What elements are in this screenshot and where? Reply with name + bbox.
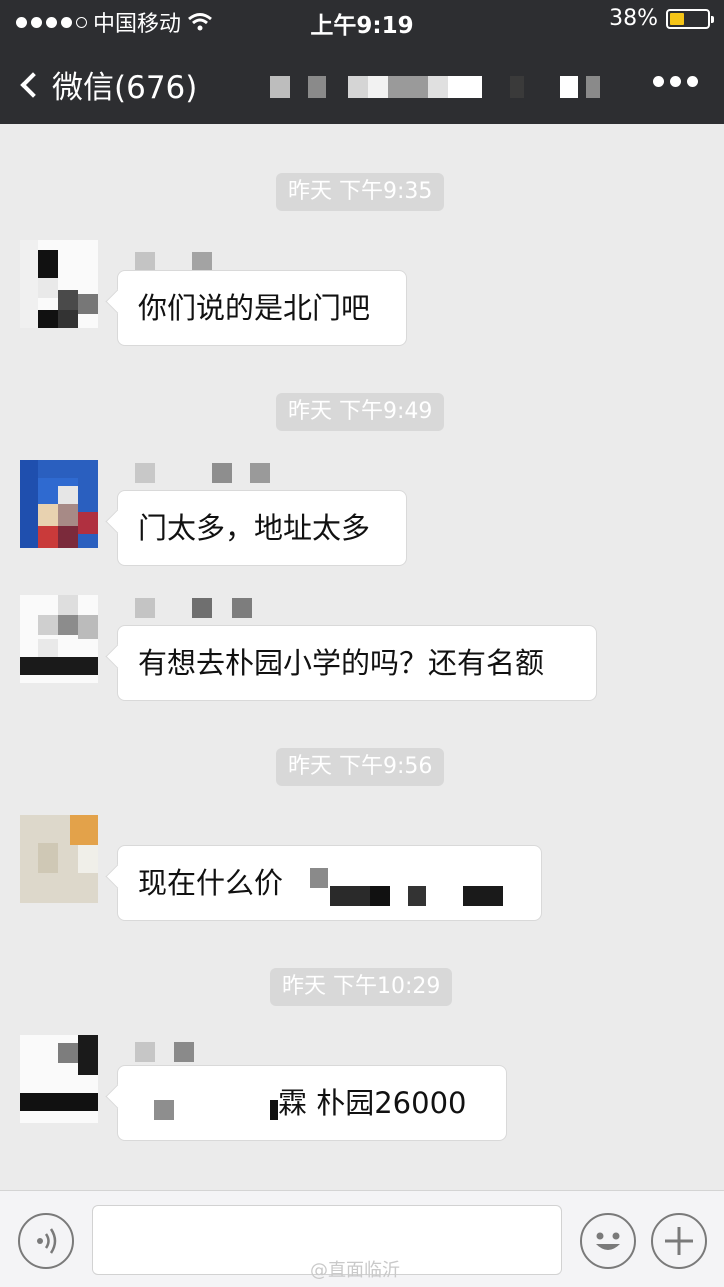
sender-name-redacted: [135, 463, 155, 483]
battery-icon: [666, 8, 714, 29]
status-right: 38%: [609, 6, 714, 31]
message-bubble[interactable]: 现在什么价: [117, 845, 542, 921]
sender-name-redacted: [135, 252, 155, 272]
emoji-button[interactable]: [580, 1213, 636, 1269]
battery-percent: 38%: [609, 6, 658, 31]
sender-name-redacted: [135, 598, 155, 618]
timestamp: 昨天 下午10:29: [270, 968, 453, 1006]
message-text: 有想去朴园小学的吗？还有名额: [138, 646, 545, 680]
message-bubble[interactable]: 你们说的是北门吧: [117, 270, 407, 346]
chat-title-redacted: [270, 76, 610, 98]
message-bubble[interactable]: 有想去朴园小学的吗？还有名额: [117, 625, 597, 701]
message-text: 霖 朴园26000: [278, 1086, 467, 1120]
message-text: 现在什么价: [138, 866, 284, 900]
sender-name-redacted: [232, 598, 252, 618]
avatar[interactable]: [20, 240, 98, 328]
back-button[interactable]: 微信(676): [18, 62, 197, 107]
sender-name-redacted: [135, 1042, 155, 1062]
message-bubble[interactable]: 门太多，地址太多: [117, 490, 407, 566]
message-text: 你们说的是北门吧: [138, 291, 371, 325]
avatar[interactable]: [20, 595, 98, 683]
sender-name-redacted: [192, 598, 212, 618]
voice-icon: [37, 1228, 57, 1254]
back-label: 微信(676): [52, 70, 198, 106]
add-button[interactable]: [651, 1213, 707, 1269]
message-bubble[interactable]: 霖 朴园26000: [117, 1065, 507, 1141]
nav-bar: 微信(676): [0, 46, 724, 118]
more-button[interactable]: [653, 76, 698, 87]
plus-icon: [665, 1227, 693, 1255]
chevron-left-icon: [20, 71, 46, 98]
watermark: @直面临沂: [310, 1260, 400, 1281]
avatar[interactable]: [20, 815, 98, 903]
timestamp: 昨天 下午9:56: [276, 748, 445, 786]
message-text: 门太多，地址太多: [138, 511, 371, 545]
avatar[interactable]: [20, 460, 98, 548]
sender-name-redacted: [174, 1042, 194, 1062]
avatar[interactable]: [20, 1035, 98, 1123]
voice-button[interactable]: [18, 1213, 74, 1269]
sender-name-redacted: [192, 252, 212, 272]
status-bar: 中国移动 上午9:19 38%: [0, 0, 724, 40]
sender-name-redacted: [250, 463, 270, 483]
more-dots-icon: [653, 76, 664, 87]
timestamp: 昨天 下午9:49: [276, 393, 445, 431]
emoji-icon: [596, 1232, 620, 1250]
sender-name-redacted: [212, 463, 232, 483]
timestamp: 昨天 下午9:35: [276, 173, 445, 211]
top-bar: 中国移动 上午9:19 38% 微信(676): [0, 0, 724, 124]
